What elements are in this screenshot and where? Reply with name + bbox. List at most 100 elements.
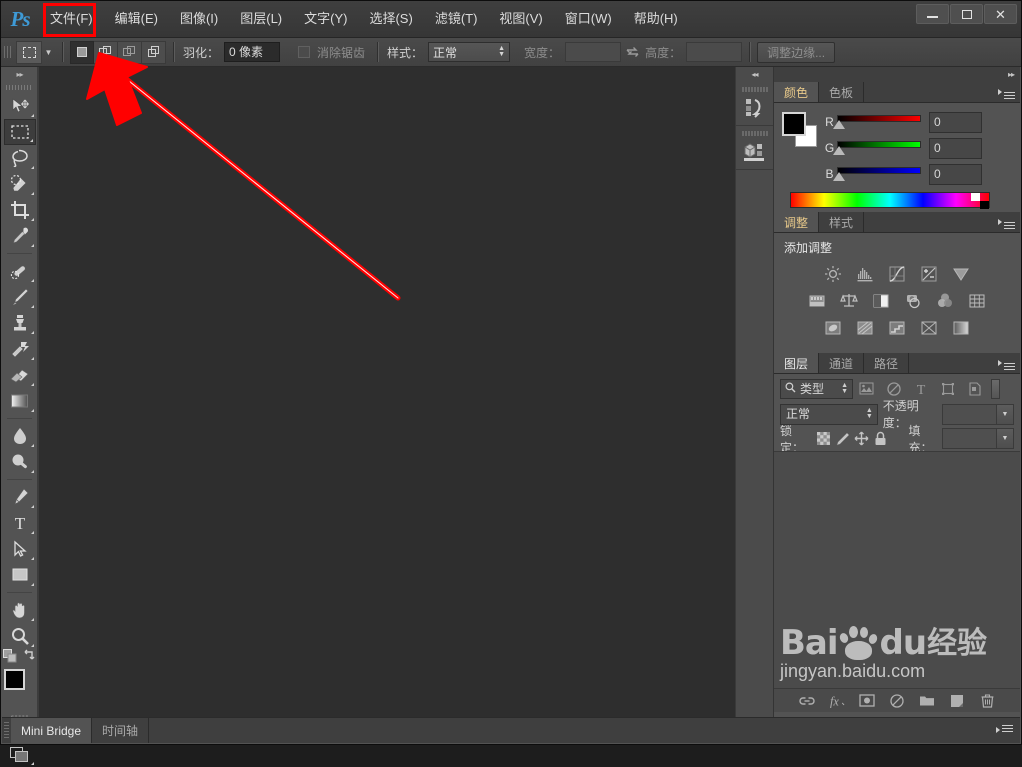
new-layer-icon[interactable] — [949, 693, 965, 709]
tab-swatches[interactable]: 色板 — [819, 82, 865, 102]
add-to-selection-button[interactable] — [94, 40, 118, 64]
foreground-color-swatch[interactable] — [3, 669, 25, 690]
move-tool[interactable] — [4, 93, 36, 119]
options-bar-grip[interactable] — [4, 41, 13, 63]
dodge-tool[interactable] — [4, 449, 36, 475]
filter-shape-layers-icon[interactable] — [934, 378, 961, 400]
color-spectrum-ramp[interactable] — [790, 192, 990, 209]
color-lookup-icon[interactable] — [967, 291, 987, 311]
slider-thumb[interactable] — [833, 120, 845, 129]
panel-menu-icon[interactable] — [996, 725, 1014, 737]
gradient-tool[interactable] — [4, 388, 36, 414]
quick-selection-tool[interactable] — [4, 171, 36, 197]
menu-item-type[interactable]: 文字(Y) — [293, 6, 358, 32]
brightness-contrast-icon[interactable] — [823, 264, 843, 284]
chevron-down-icon[interactable]: ▼ — [42, 41, 55, 64]
delete-layer-icon[interactable] — [979, 693, 995, 709]
gradient-map-icon[interactable] — [951, 318, 971, 338]
curves-icon[interactable] — [887, 264, 907, 284]
collapse-right-icon[interactable]: ▸▸ — [2, 67, 37, 82]
layer-list[interactable]: Bai du 经验 jingyan.baidu.com — [774, 451, 1020, 688]
menu-item-window[interactable]: 窗口(W) — [554, 6, 623, 32]
blue-channel-slider[interactable] — [833, 163, 921, 185]
swap-colors-icon[interactable] — [23, 649, 36, 665]
black-and-white-icon[interactable] — [871, 291, 891, 311]
tab-timeline[interactable]: 时间轴 — [92, 718, 150, 743]
posterize-icon[interactable] — [855, 318, 875, 338]
layer-filter-type-select[interactable]: 类型 ▲ ▼ — [780, 378, 853, 399]
type-tool[interactable]: T — [4, 510, 36, 536]
healing-brush-tool[interactable] — [4, 258, 36, 284]
blue-channel-value[interactable]: 0 — [929, 163, 982, 185]
refine-edge-button[interactable]: 调整边缘... — [757, 41, 836, 63]
clone-stamp-tool[interactable] — [4, 310, 36, 336]
threshold-icon[interactable] — [887, 318, 907, 338]
selective-color-icon[interactable] — [919, 318, 939, 338]
levels-icon[interactable] — [855, 264, 875, 284]
intersect-selection-button[interactable] — [142, 40, 166, 64]
eraser-tool[interactable] — [4, 362, 36, 388]
menu-item-file[interactable]: 文件(F) — [39, 6, 104, 32]
menu-item-view[interactable]: 视图(V) — [488, 6, 553, 32]
channel-mixer-icon[interactable] — [935, 291, 955, 311]
tab-adjustments[interactable]: 调整 — [774, 212, 820, 232]
filter-pixel-layers-icon[interactable] — [853, 378, 880, 400]
style-select[interactable]: 正常 ▲ ▼ — [428, 42, 511, 62]
minimize-button[interactable] — [916, 4, 949, 24]
foreground-color-swatch[interactable] — [782, 112, 806, 136]
height-input[interactable] — [686, 42, 743, 62]
vibrance-icon[interactable] — [951, 264, 971, 284]
history-brush-tool[interactable] — [4, 336, 36, 362]
slider-thumb[interactable] — [833, 172, 845, 181]
canvas-area[interactable] — [38, 67, 735, 717]
chevron-down-icon[interactable]: ▼ — [997, 403, 1014, 425]
new-group-icon[interactable] — [919, 693, 935, 709]
lock-image-pixels-icon[interactable] — [833, 429, 852, 449]
blur-tool[interactable] — [4, 423, 36, 449]
tab-styles[interactable]: 样式 — [819, 212, 865, 232]
menu-item-help[interactable]: 帮助(H) — [623, 6, 689, 32]
red-channel-value[interactable]: 0 — [929, 111, 982, 133]
tab-paths[interactable]: 路径 — [864, 353, 910, 373]
exposure-icon[interactable] — [919, 264, 939, 284]
path-selection-tool[interactable] — [4, 536, 36, 562]
rectangle-shape-tool[interactable] — [4, 562, 36, 588]
close-button[interactable]: ✕ — [984, 4, 1017, 24]
panel-menu-icon[interactable] — [998, 357, 1016, 370]
expand-panels-icon[interactable]: ▸▸ — [774, 67, 1020, 82]
brush-tool[interactable] — [4, 284, 36, 310]
new-selection-button[interactable] — [70, 40, 94, 64]
hue-saturation-icon[interactable] — [807, 291, 827, 311]
link-layers-icon[interactable] — [799, 693, 815, 709]
tab-layers[interactable]: 图层 — [774, 353, 820, 373]
white-swatch[interactable] — [971, 193, 980, 201]
lasso-tool[interactable] — [4, 145, 36, 171]
mini-bridge-panel-icon[interactable] — [736, 126, 773, 170]
menu-item-edit[interactable]: 编辑(E) — [104, 6, 169, 32]
eyedropper-tool[interactable] — [4, 223, 36, 249]
color-balance-icon[interactable] — [839, 291, 859, 311]
green-channel-slider[interactable] — [833, 137, 921, 159]
width-input[interactable] — [565, 42, 622, 62]
slider-thumb[interactable] — [833, 146, 845, 155]
lock-all-icon[interactable] — [871, 429, 890, 449]
lock-transparent-pixels-icon[interactable] — [814, 429, 833, 449]
tab-color[interactable]: 颜色 — [774, 82, 820, 102]
blend-mode-select[interactable]: 正常 ▲ ▼ — [780, 403, 878, 425]
default-colors-icon[interactable] — [3, 648, 17, 666]
layer-style-fx-icon[interactable]: fx — [829, 693, 845, 709]
tab-channels[interactable]: 通道 — [819, 353, 865, 373]
menu-item-image[interactable]: 图像(I) — [169, 6, 229, 32]
filter-enable-toggle[interactable] — [991, 378, 1000, 399]
red-channel-slider[interactable] — [833, 111, 921, 133]
tab-mini-bridge[interactable]: Mini Bridge — [11, 718, 93, 743]
maximize-button[interactable] — [950, 4, 983, 24]
swap-arrows-icon[interactable] — [621, 42, 643, 62]
subtract-from-selection-button[interactable] — [118, 40, 142, 64]
crop-tool[interactable] — [4, 197, 36, 223]
photo-filter-icon[interactable] — [903, 291, 923, 311]
menu-item-filter[interactable]: 滤镜(T) — [424, 6, 489, 32]
new-adjustment-layer-icon[interactable] — [889, 693, 905, 709]
panel-menu-icon[interactable] — [998, 86, 1016, 99]
opacity-input[interactable] — [942, 403, 997, 425]
